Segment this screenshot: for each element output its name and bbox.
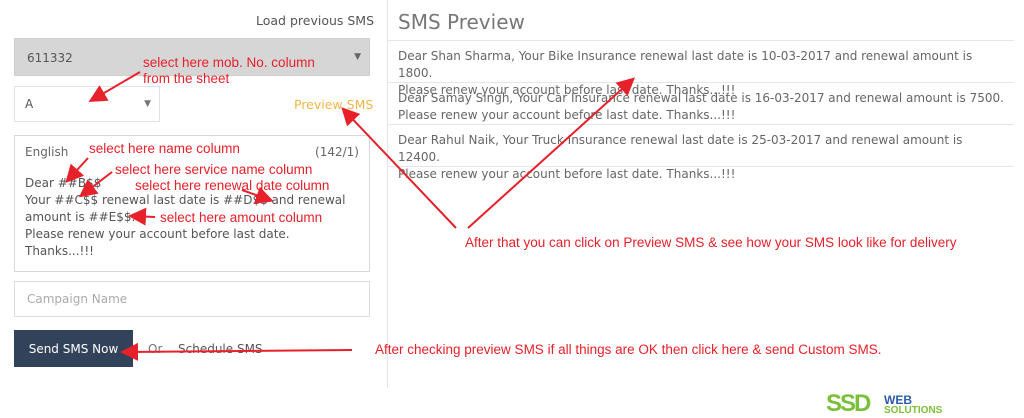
logo-mark: SSD	[826, 390, 871, 417]
arrow-to-mobile-column	[88, 71, 141, 103]
arrow-to-service-placeholder	[78, 171, 113, 198]
arrow-to-name-placeholder	[65, 157, 89, 183]
arrow-to-preview-panel	[467, 77, 635, 229]
ssd-web-solutions-logo: SSD WEB SOLUTIONS	[826, 390, 986, 417]
arrow-to-preview-link	[341, 107, 457, 229]
annotation-date-column: select here renewal date column	[135, 178, 330, 193]
annotation-preview-hint: After that you can click on Preview SMS …	[465, 235, 957, 250]
logo-solutions: SOLUTIONS	[884, 405, 943, 416]
annotation-send-hint: After checking preview SMS if all things…	[375, 342, 882, 357]
annotation-name-column: select here name column	[89, 141, 240, 156]
annotation-amount-column: select here amount column	[160, 210, 323, 225]
annotation-mobile-column: select here mob. No. column	[143, 55, 315, 70]
arrow-to-amount-placeholder	[128, 207, 156, 226]
annotation-mobile-column-2: from the sheet	[143, 71, 230, 86]
arrow-to-send-button	[120, 342, 353, 361]
annotation-service-column: select here service name column	[115, 162, 313, 177]
